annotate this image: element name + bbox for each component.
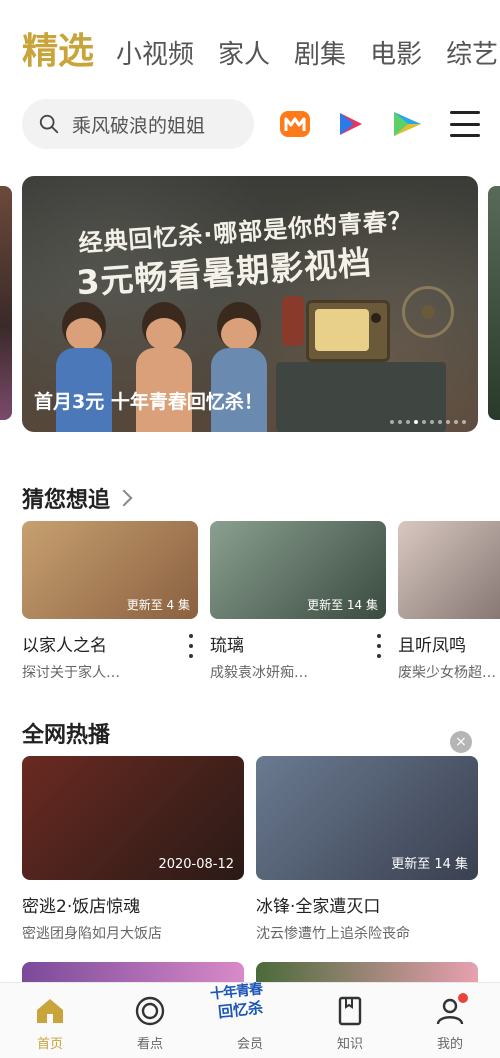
poster-thumbnail[interactable]: 更新至 4 集 [22,521,198,619]
video-thumbnail[interactable]: 更新至 14 集 [256,756,478,880]
nav-label: 首页 [36,1037,63,1052]
item-description: 成毅袁冰妍痴… [210,665,308,681]
search-row: 乘风破浪的姐姐 [22,99,480,149]
carousel-dot [406,420,410,424]
close-icon[interactable]: × [450,731,472,753]
item-title: 且听凤鸣 [398,636,466,656]
nav-knowledge[interactable]: 知识 [310,995,390,1052]
tab-featured[interactable]: 精选 [22,22,94,74]
hot-section-title: 全网热播 [22,723,111,748]
home-icon [37,999,63,1023]
banner-prev-peek[interactable] [0,186,12,420]
item-title: 以家人之名 [22,636,107,656]
carousel-dot [454,420,458,424]
video-play-icon[interactable] [390,107,424,141]
item-description: 沈云惨遭竹上追杀险丧命 [256,926,410,942]
item-title: 冰锋·全家遭灭口 [256,897,381,917]
menu-icon[interactable] [450,111,480,137]
app-icons [278,107,480,141]
poster-thumbnail[interactable]: 更新 [398,521,500,619]
guess-section-title: 猜您想追 [22,488,111,513]
banner-next-peek[interactable] [488,186,500,420]
list-item[interactable]: 更新至 14 集 琉璃 成毅袁冰妍痴… [210,521,386,681]
episode-badge: 更新至 4 集 [126,598,190,612]
item-description: 废柴少女杨超… [398,665,496,681]
banner-carousel[interactable]: 经典回忆杀·哪部是你的青春？ 3元畅看暑期影视档 首月3元 十年青春回忆杀！ [0,176,500,432]
tv-illustration [306,300,390,362]
bottom-navigation: 首页 看点 十年青春 回忆杀 会员 知识 我的 [0,981,500,1058]
carousel-dot [438,420,442,424]
category-tabs: 精选 小视频 家人 剧集 电影 综艺 [22,22,500,74]
banner-slide[interactable]: 经典回忆杀·哪部是你的青春？ 3元畅看暑期影视档 首月3元 十年青春回忆杀！ [22,176,478,432]
vip-badge-icon: 十年青春 回忆杀 [208,977,292,1025]
poster-thumbnail[interactable]: 更新至 14 集 [210,521,386,619]
search-input[interactable]: 乘风破浪的姐姐 [22,99,254,149]
bilibili-like-icon[interactable] [334,107,368,141]
tab-movies[interactable]: 电影 [370,34,422,71]
item-description: 探讨关于家人… [22,665,120,681]
fan-illustration [402,286,454,338]
date-badge: 2020-08-12 [158,857,234,872]
search-placeholder: 乘风破浪的姐姐 [72,114,206,137]
tab-series[interactable]: 剧集 [294,34,346,71]
item-title: 琉璃 [210,636,244,656]
hot-section-header: 全网热播 [22,717,110,749]
nav-discover[interactable]: 看点 [110,995,190,1052]
nav-label: 会员 [236,1037,263,1052]
carousel-dot [446,420,450,424]
list-item[interactable]: 更新至 4 集 以家人之名 探讨关于家人… [22,521,198,681]
mango-tv-icon[interactable] [278,107,312,141]
tab-variety[interactable]: 综艺 [446,34,498,71]
tab-short-video[interactable]: 小视频 [116,34,194,71]
item-description: 密逃团身陷如月大饭店 [22,926,162,942]
nav-label: 知识 [336,1037,363,1052]
nav-home[interactable]: 首页 [10,995,90,1052]
nav-label: 看点 [136,1037,163,1052]
carousel-dot [398,420,402,424]
book-icon [338,996,362,1026]
carousel-dot [462,420,466,424]
carousel-dot [422,420,426,424]
carousel-dot [390,420,394,424]
more-options-icon[interactable] [376,634,382,658]
list-item[interactable]: 2020-08-12 密逃2·饭店惊魂 密逃团身陷如月大饭店 [22,756,244,943]
carousel-dot [430,420,434,424]
item-title: 密逃2·饭店惊魂 [22,897,141,917]
camera-lens-icon [135,996,165,1026]
list-item[interactable]: 更新 且听凤鸣 废柴少女杨超… [398,521,500,681]
thermos-illustration [282,296,304,346]
more-options-icon[interactable] [188,634,194,658]
guess-list: 更新至 4 集 以家人之名 探讨关于家人… 更新至 14 集 琉璃 成毅袁冰妍痴… [22,521,500,681]
notification-dot [458,993,468,1003]
guess-section-header[interactable]: 猜您想追 [22,482,133,514]
carousel-indicator [386,420,466,424]
episode-badge: 更新至 14 集 [391,857,468,872]
vip-badge-line2: 回忆杀 [217,998,264,1022]
nav-vip[interactable]: 十年青春 回忆杀 会员 [209,981,290,1052]
nav-label: 我的 [436,1037,463,1052]
banner-subtitle: 首月3元 十年青春回忆杀！ [34,391,263,413]
nav-profile[interactable]: 我的 [410,993,490,1052]
episode-badge: 更新至 14 集 [307,598,378,612]
carousel-dot [414,420,418,424]
hot-list: 2020-08-12 密逃2·饭店惊魂 密逃团身陷如月大饭店 更新至 14 集 … [22,756,478,943]
list-item[interactable]: 更新至 14 集 冰锋·全家遭灭口 沈云惨遭竹上追杀险丧命 [256,756,478,943]
chevron-right-icon [115,489,133,507]
search-icon [39,114,59,134]
tab-family[interactable]: 家人 [218,34,270,71]
video-thumbnail[interactable]: 2020-08-12 [22,756,244,880]
